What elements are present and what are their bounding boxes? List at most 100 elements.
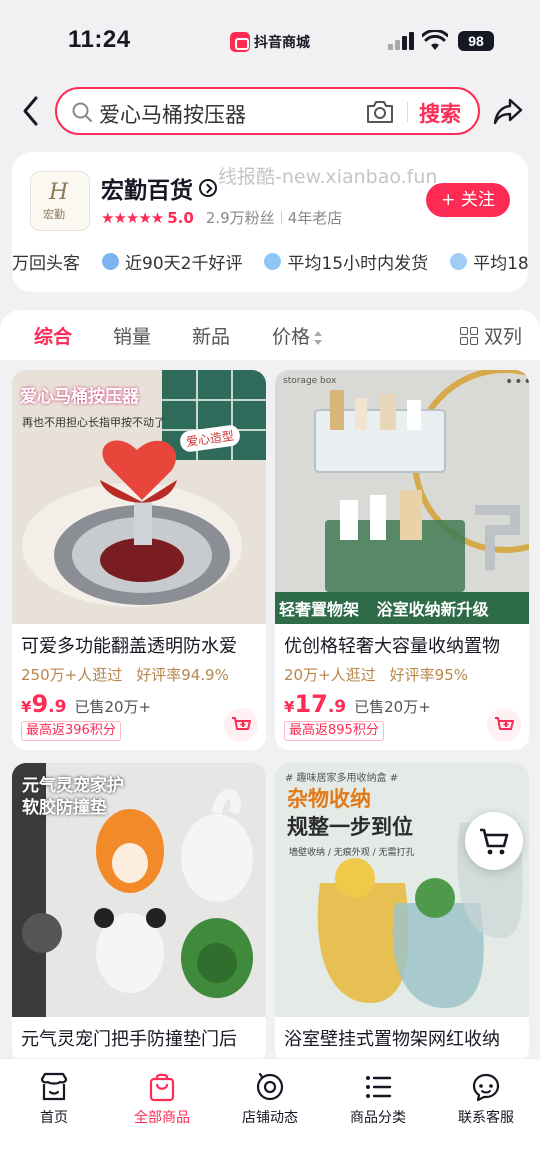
nav-store-updates[interactable]: 店铺动态 bbox=[216, 1071, 324, 1127]
product-title[interactable]: 元气灵宠门把手防撞垫门后 bbox=[21, 1025, 259, 1051]
store-meta: ★★★★★ 5.0 2.9万粉丝 4年老店 bbox=[101, 207, 342, 228]
nav-home-label: 首页 bbox=[40, 1110, 68, 1126]
tab-price-label: 价格 bbox=[272, 326, 311, 348]
chevron-right-circle-icon bbox=[199, 179, 217, 197]
store-name-text: 宏勤百货 bbox=[101, 178, 193, 204]
product-banner-sub: 再也不用担心长指甲按不动了 bbox=[22, 416, 165, 429]
add-to-cart-icon[interactable] bbox=[224, 708, 258, 742]
nav-all-products[interactable]: 全部商品 bbox=[108, 1071, 216, 1127]
tab-sales[interactable]: 销量 bbox=[113, 322, 151, 349]
store-fans: 2.9万粉丝 bbox=[205, 209, 275, 227]
search-icon bbox=[72, 102, 92, 122]
thumb-up-icon bbox=[102, 252, 119, 270]
layout-toggle[interactable]: 双列 bbox=[460, 322, 522, 349]
product-card[interactable]: storage box ••• 轻奢置物架 浴室收纳新升级 优创格轻奢大容量收纳… bbox=[275, 370, 529, 750]
nav-home[interactable]: 首页 bbox=[0, 1071, 108, 1127]
product-image[interactable]: # 趣味居家多用收纳盒 # 杂物收纳 规整一步到位 墙壁收纳 / 无痕外观 / … bbox=[275, 763, 529, 1017]
search-input[interactable]: 爱心马桶按压器 bbox=[99, 99, 246, 129]
product-image[interactable]: 元气灵宠家护 软胶防撞垫 bbox=[12, 763, 266, 1017]
status-app-indicator: 抖音商城 bbox=[230, 30, 310, 54]
store-age: 4年老店 bbox=[287, 209, 343, 227]
rating-stars-icon: ★★★★★ bbox=[101, 208, 164, 227]
product-visitors: 20万+人逛过 bbox=[284, 666, 376, 684]
camera-search-icon[interactable] bbox=[365, 98, 395, 126]
product-banner-sub: 软胶防撞垫 bbox=[22, 798, 107, 818]
search-divider bbox=[407, 102, 408, 122]
highlight-label: 平均15小时内发货 bbox=[287, 253, 429, 274]
store-logo-monogram: H bbox=[49, 180, 69, 205]
product-banner: 爱心马桶按压器 bbox=[20, 387, 139, 407]
nav-categories[interactable]: 商品分类 bbox=[324, 1071, 432, 1127]
product-banner-right: 浴室收纳新升级 bbox=[376, 600, 489, 619]
product-features: 墙壁收纳 / 无痕外观 / 无需打孔 bbox=[289, 848, 415, 858]
product-title[interactable]: 可爱多功能翻盖透明防水爱 bbox=[21, 632, 259, 658]
product-visitors: 250万+人逛过 bbox=[21, 666, 123, 684]
product-card[interactable]: 爱心马桶按压器 再也不用担心长指甲按不动了 爱心造型 可爱多功能翻盖透明防水爱 … bbox=[12, 370, 266, 750]
shipping-icon bbox=[264, 252, 282, 270]
product-card[interactable]: # 趣味居家多用收纳盒 # 杂物收纳 规整一步到位 墙壁收纳 / 无痕外观 / … bbox=[275, 763, 529, 1063]
douyin-mall-logo-icon bbox=[230, 32, 250, 52]
layout-toggle-label: 双列 bbox=[484, 326, 523, 348]
tab-new[interactable]: 新品 bbox=[192, 322, 230, 349]
product-image[interactable]: storage box ••• 轻奢置物架 浴室收纳新升级 bbox=[275, 370, 529, 624]
store-logo[interactable]: H 宏勤 bbox=[30, 171, 90, 231]
grid-layout-icon bbox=[460, 326, 478, 345]
search-bar[interactable]: 爱心马桶按压器 搜索 bbox=[55, 87, 480, 135]
product-banner: 杂物收纳 bbox=[287, 787, 371, 811]
product-banner-left: 轻奢置物架 bbox=[279, 600, 360, 619]
product-title[interactable]: 浴室壁挂式置物架网红收纳 bbox=[284, 1025, 522, 1051]
cellular-signal-icon bbox=[388, 32, 414, 50]
storage-rack-image bbox=[275, 370, 529, 624]
product-sold: 已售20万+ bbox=[74, 698, 152, 716]
store-name[interactable]: 宏勤百货 bbox=[101, 171, 217, 205]
product-card[interactable]: 元气灵宠家护 软胶防撞垫 元气灵宠门把手防撞垫门后 bbox=[12, 763, 266, 1063]
points-badge: 最高返396积分 bbox=[21, 721, 121, 741]
search-button[interactable]: 搜索 bbox=[419, 98, 461, 128]
category-list-icon bbox=[366, 1076, 392, 1098]
status-time: 11:24 bbox=[68, 26, 131, 53]
points-badge: 最高返895积分 bbox=[284, 721, 384, 741]
highlight-label: 万回头客 bbox=[12, 253, 80, 274]
store-card: H 宏勤 宏勤百货 ★★★★★ 5.0 2.9万粉丝 4年老店 线报酷-new.… bbox=[12, 152, 528, 292]
battery-indicator: 98 bbox=[458, 31, 494, 51]
customer-service-icon bbox=[472, 1073, 500, 1102]
back-button[interactable] bbox=[18, 94, 46, 128]
nav-categories-label: 商品分类 bbox=[350, 1110, 406, 1126]
nav-all-products-label: 全部商品 bbox=[134, 1110, 190, 1126]
nav-customer-service[interactable]: 联系客服 bbox=[432, 1071, 540, 1127]
sort-arrows-icon bbox=[314, 330, 323, 345]
price-currency: ¥ bbox=[21, 698, 32, 716]
product-banner: 轻奢置物架 浴室收纳新升级 bbox=[275, 596, 529, 624]
price-decimal: .9 bbox=[48, 697, 67, 717]
shopping-bag-icon bbox=[149, 1073, 175, 1102]
status-bar: 11:24 抖音商城 98 bbox=[0, 0, 540, 80]
product-title[interactable]: 优创格轻奢大容量收纳置物 bbox=[284, 632, 522, 658]
wifi-icon bbox=[422, 30, 448, 50]
product-rating: 好评率94.9% bbox=[136, 666, 229, 684]
product-caption: # 趣味居家多用收纳盒 # bbox=[285, 773, 399, 784]
highlight-label: 平均18秒 bbox=[473, 253, 528, 274]
price-integer: 9 bbox=[31, 690, 49, 718]
price-decimal: .9 bbox=[327, 697, 347, 717]
watermark-text: 线报酷-new.xianbao.fun bbox=[218, 166, 438, 188]
floating-cart-button[interactable] bbox=[465, 812, 523, 870]
add-to-cart-icon[interactable] bbox=[487, 708, 521, 742]
product-rating: 好评率95% bbox=[389, 666, 468, 684]
product-image[interactable]: 爱心马桶按压器 再也不用担心长指甲按不动了 爱心造型 bbox=[12, 370, 266, 624]
highlight-label: 近90天2千好评 bbox=[125, 253, 243, 274]
status-app-name: 抖音商城 bbox=[254, 35, 310, 51]
follow-button[interactable]: + 关注 bbox=[426, 183, 510, 217]
price-currency: ¥ bbox=[284, 698, 295, 716]
nav-customer-service-label: 联系客服 bbox=[458, 1110, 514, 1126]
share-icon[interactable] bbox=[492, 96, 524, 126]
price-integer: 17 bbox=[294, 690, 328, 718]
chat-icon bbox=[450, 252, 468, 270]
highlight-reviews: 近90天2千好评 bbox=[102, 249, 242, 274]
tab-price[interactable]: 价格 bbox=[272, 322, 323, 349]
nav-store-updates-label: 店铺动态 bbox=[242, 1110, 298, 1126]
tab-comprehensive[interactable]: 综合 bbox=[34, 322, 72, 349]
store-highlights: 万回头客 近90天2千好评 平均15小时内发货 平均18秒 bbox=[12, 246, 528, 276]
product-price: ¥ 17 .9 已售20万+ bbox=[284, 690, 431, 718]
store-updates-icon bbox=[256, 1072, 284, 1101]
more-icon[interactable]: ••• bbox=[505, 374, 529, 390]
